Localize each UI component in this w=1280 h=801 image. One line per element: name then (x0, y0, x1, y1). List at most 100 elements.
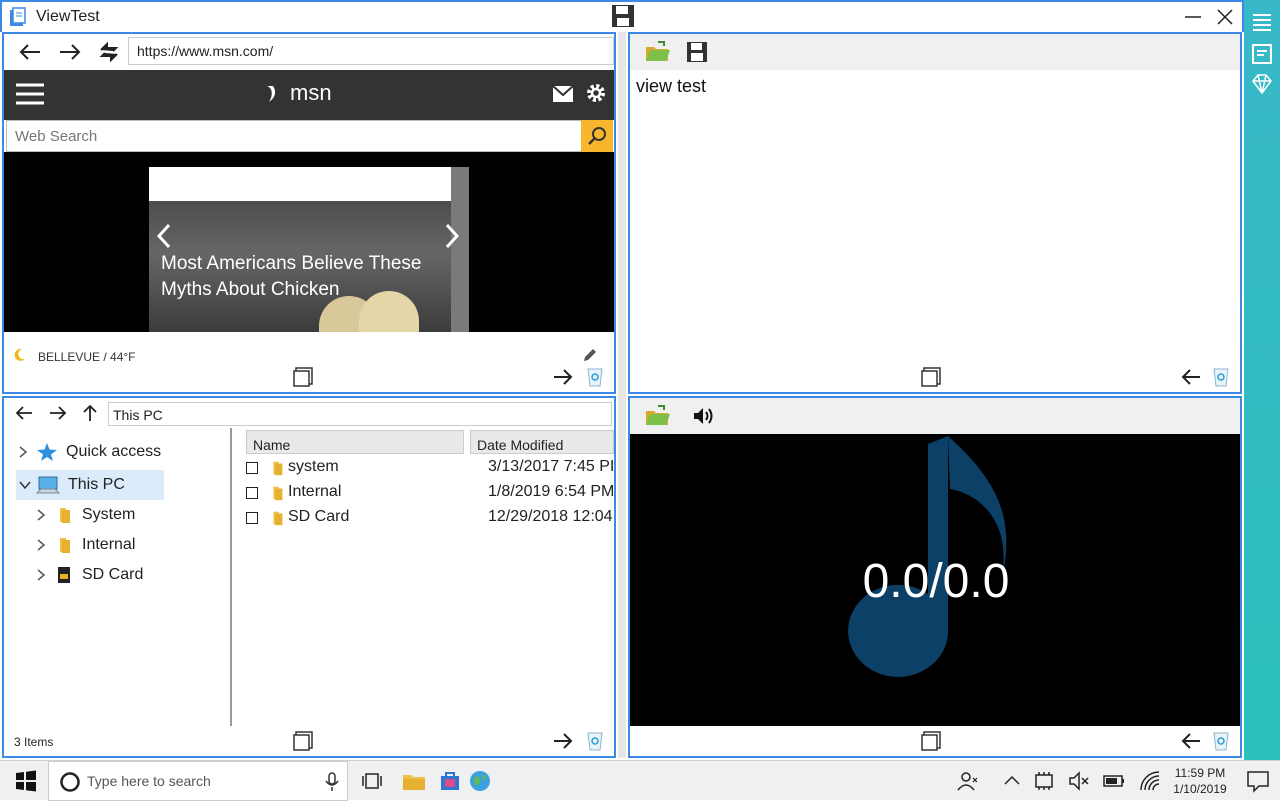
file-row[interactable]: Internal 1/8/2019 6:54 PM (234, 481, 614, 506)
msn-logo[interactable]: msn (290, 80, 332, 106)
forward-arrow-icon[interactable] (552, 366, 574, 388)
text-editor-pane: view test (628, 32, 1242, 394)
device-icon[interactable] (1032, 769, 1056, 793)
people-icon[interactable] (956, 769, 980, 793)
news-headline[interactable]: Most Americans Believe These Myths About… (161, 251, 451, 303)
column-header-name[interactable]: Name (246, 430, 464, 454)
back-arrow-icon[interactable] (1180, 366, 1202, 388)
card-banner (149, 167, 451, 201)
microphone-icon[interactable] (325, 772, 339, 792)
clock-date: 1/10/2019 (1173, 782, 1227, 796)
msn-header: msn (4, 70, 614, 120)
window-restore-icon[interactable] (920, 366, 942, 388)
file-explorer-icon[interactable] (402, 769, 426, 793)
file-list: Name Date Modified system 3/13/2017 7:45… (234, 428, 614, 726)
tree-item-internal[interactable]: Internal (36, 531, 135, 559)
minimize-button[interactable] (1182, 6, 1204, 28)
file-name: system (288, 458, 339, 475)
pane-footer (4, 728, 614, 756)
notifications-icon[interactable] (1246, 769, 1270, 793)
tree-item-quick-access[interactable]: Quick access (18, 438, 161, 466)
hamburger-menu-icon[interactable] (16, 82, 44, 106)
system-clock[interactable]: 11:59 PM 1/10/2019 (1168, 765, 1232, 797)
forward-arrow-icon[interactable] (48, 405, 68, 421)
pane-divider[interactable] (618, 32, 626, 758)
text-content[interactable]: view test (636, 76, 706, 97)
chevron-right-icon[interactable] (36, 508, 46, 522)
media-player-pane: 0.0/0.0 (628, 396, 1242, 758)
row-checkbox[interactable] (246, 487, 258, 499)
tree-item-system[interactable]: System (36, 501, 135, 529)
folder-icon (60, 508, 70, 523)
pane-footer (630, 728, 1240, 756)
moon-icon (14, 348, 25, 361)
chevron-right-icon[interactable] (18, 445, 28, 459)
chevron-up-icon[interactable] (1000, 769, 1024, 793)
windows-start-icon[interactable] (14, 769, 38, 793)
carousel-prev-icon[interactable] (155, 222, 173, 250)
file-date: 12/29/2018 12:04 (488, 508, 613, 525)
window-restore-icon[interactable] (292, 730, 314, 752)
mail-icon[interactable] (552, 85, 574, 103)
menu-icon[interactable] (1250, 10, 1274, 34)
folder-icon (60, 538, 70, 553)
recycle-bin-icon[interactable] (1210, 365, 1232, 387)
globe-app-icon[interactable] (468, 769, 492, 793)
chevron-right-icon[interactable] (36, 568, 46, 582)
panel-icon[interactable] (1250, 42, 1274, 66)
title-bar: ViewTest (0, 0, 1244, 32)
url-input[interactable]: https://www.msn.com/ (128, 37, 614, 65)
window-restore-icon[interactable] (920, 730, 942, 752)
close-button[interactable] (1214, 6, 1236, 28)
recycle-bin-icon[interactable] (1210, 729, 1232, 751)
window-restore-icon[interactable] (292, 366, 314, 388)
news-carousel: Most Americans Believe These Myths About… (4, 152, 614, 332)
tree-item-sd-card[interactable]: SD Card (36, 561, 143, 589)
computer-icon (36, 476, 60, 494)
folder-icon (273, 486, 283, 501)
store-icon[interactable] (438, 769, 462, 793)
save-icon[interactable] (611, 4, 635, 28)
diamond-icon[interactable] (1250, 72, 1274, 96)
edit-pencil-icon[interactable] (582, 347, 598, 363)
open-folder-icon[interactable] (644, 404, 672, 428)
taskbar-search-box[interactable]: Type here to search (48, 761, 348, 801)
text-toolbar (630, 34, 1240, 70)
tree-item-this-pc[interactable]: This PC (18, 471, 125, 499)
web-search-input[interactable]: Web Search (6, 120, 582, 152)
weather-location[interactable]: BELLEVUE / 44°F (38, 350, 136, 364)
open-folder-icon[interactable] (644, 40, 672, 64)
wifi-icon[interactable] (1138, 769, 1162, 793)
pane-footer (630, 364, 1240, 392)
file-date: 3/13/2017 7:45 PI (488, 458, 615, 475)
volume-muted-icon[interactable] (1068, 769, 1092, 793)
file-row[interactable]: SD Card 12/29/2018 12:04 (234, 506, 614, 531)
back-arrow-icon[interactable] (14, 405, 34, 421)
save-icon[interactable] (686, 41, 708, 63)
row-checkbox[interactable] (246, 512, 258, 524)
recycle-bin-icon[interactable] (584, 365, 606, 387)
chevron-down-icon[interactable] (18, 480, 32, 490)
news-card[interactable]: Most Americans Believe These Myths About… (149, 167, 469, 332)
tree-label: This PC (68, 476, 125, 493)
battery-icon[interactable] (1102, 769, 1126, 793)
forward-arrow-icon[interactable] (58, 42, 82, 62)
forward-arrow-icon[interactable] (552, 730, 574, 752)
path-input[interactable]: This PC (108, 402, 612, 426)
volume-icon[interactable] (692, 406, 716, 426)
file-row[interactable]: system 3/13/2017 7:45 PI (234, 456, 614, 481)
task-view-icon[interactable] (360, 769, 384, 793)
refresh-icon[interactable] (96, 39, 122, 65)
back-arrow-icon[interactable] (18, 42, 42, 62)
back-arrow-icon[interactable] (1180, 730, 1202, 752)
settings-gear-icon[interactable] (585, 82, 607, 104)
chevron-right-icon[interactable] (36, 538, 46, 552)
column-header-date[interactable]: Date Modified (470, 430, 614, 454)
row-checkbox[interactable] (246, 462, 258, 474)
media-stage[interactable]: 0.0/0.0 (630, 434, 1240, 726)
up-arrow-icon[interactable] (82, 403, 98, 423)
search-button[interactable] (581, 120, 613, 152)
carousel-next-icon[interactable] (443, 222, 461, 250)
recycle-bin-icon[interactable] (584, 729, 606, 751)
msn-butterfly-icon (267, 86, 276, 102)
